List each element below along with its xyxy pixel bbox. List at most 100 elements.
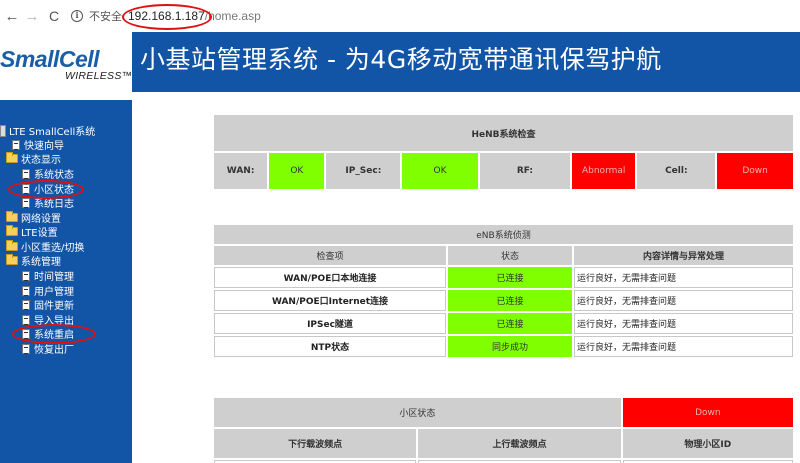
rf-status-badge: Abnormal	[571, 153, 636, 189]
sidebar-item-label: 用户管理	[34, 287, 74, 298]
sidebar-item-firmware-update[interactable]: 固件更新	[22, 298, 74, 312]
folder-icon	[6, 152, 18, 163]
henb-check-table: HeNB系统检查 WAN: OK IP_Sec: OK RF: Abnormal…	[212, 113, 795, 191]
table-row: WAN/POE口本地连接 已连接 运行良好，无需排查问题	[214, 267, 793, 288]
page-icon	[22, 197, 30, 208]
sidebar-item-import-export[interactable]: 导入导出	[22, 313, 74, 327]
enb-title: eNB系统侦测	[214, 225, 793, 244]
folder-icon	[6, 211, 18, 222]
enb-col-detail: 内容详情与异常处理	[574, 246, 793, 265]
not-secure-label: 不安全	[89, 11, 122, 23]
sidebar-item-system-restart[interactable]: 系统重启	[22, 327, 74, 341]
sidebar-item-label: 小区重选/切换	[21, 243, 85, 254]
title-banner: 小基站管理系统 - 为4G移动宽带通讯保驾护航	[132, 32, 800, 92]
sidebar-nav: LTE SmallCell系统 快速向导 状态显示 系统状态 小区状态 系统日志…	[0, 100, 132, 463]
sidebar-item-label: LTE设置	[21, 228, 58, 239]
sidebar-item-label: 系统状态	[34, 170, 74, 181]
cell-down-badge: Down	[622, 398, 793, 427]
folder-icon	[6, 225, 18, 236]
forward-arrow-icon[interactable]: →	[23, 8, 41, 25]
app-header: SmallCell WIRELESS™ 小基站管理系统 - 为4G移动宽带通讯保…	[0, 32, 800, 100]
logo-main-text: SmallCell	[0, 46, 100, 72]
enb-detection-table: eNB系统侦测 检查项 状态 内容详情与异常处理 WAN/POE口本地连接 已连…	[212, 223, 795, 359]
page-icon	[12, 139, 20, 150]
sidebar-item-user-management[interactable]: 用户管理	[22, 284, 74, 298]
sidebar-item-time-management[interactable]: 时间管理	[22, 269, 74, 283]
table-row: WAN/POE口Internet连接 已连接 运行良好，无需排查问题	[214, 290, 793, 311]
sidebar-item-system-status[interactable]: 系统状态	[22, 167, 74, 181]
banner-divider	[132, 92, 800, 100]
ipsec-label: IP_Sec:	[326, 153, 401, 189]
cell-status-badge: Down	[717, 153, 793, 189]
henb-title: HeNB系统检查	[214, 115, 793, 151]
page-title: 小基站管理系统 - 为4G移动宽带通讯保驾护航	[140, 45, 662, 74]
enb-item-cell: WAN/POE口Internet连接	[214, 290, 446, 311]
root-icon	[0, 124, 6, 137]
enb-col-status: 状态	[448, 246, 572, 265]
enb-status-cell: 同步成功	[448, 336, 572, 357]
sidebar-item-label: 系统重启	[34, 330, 74, 341]
sidebar-item-label: 恢复出厂	[34, 345, 74, 356]
enb-status-cell: 已连接	[448, 267, 572, 288]
enb-detail-cell: 运行良好，无需排查问题	[574, 336, 793, 357]
ipsec-status-badge: OK	[402, 153, 478, 189]
sidebar-item-network-settings[interactable]: 网络设置	[6, 211, 61, 225]
url-host-text: 192.168.1.187	[128, 9, 205, 23]
sidebar-item-label: 状态显示	[21, 155, 61, 166]
sidebar-item-cell-reselect[interactable]: 小区重选/切换	[6, 240, 85, 254]
url-host[interactable]: 192.168.1.187	[122, 4, 212, 30]
page-icon	[22, 168, 30, 179]
reload-icon[interactable]: C	[45, 8, 63, 24]
page-icon	[22, 328, 30, 339]
main-content: HeNB系统检查 WAN: OK IP_Sec: OK RF: Abnormal…	[132, 100, 800, 463]
cell-col-pci: 物理小区ID	[622, 429, 793, 458]
cell-col-ul-freq: 上行载波频点	[418, 429, 621, 458]
wan-status-badge: OK	[269, 153, 325, 189]
logo-sub-text: WIRELESS™	[65, 70, 133, 82]
sidebar-item-label: 小区状态	[34, 185, 74, 196]
enb-status-cell: 已连接	[448, 290, 572, 311]
sidebar-item-system-log[interactable]: 系统日志	[22, 196, 74, 210]
cell-status-table: 小区状态 Down 下行载波频点 上行载波频点 物理小区ID	[212, 396, 795, 463]
rf-label: RF:	[479, 153, 570, 189]
enb-col-item: 检查项	[214, 246, 446, 265]
folder-icon	[6, 240, 18, 251]
sidebar-item-label: 系统管理	[21, 257, 61, 268]
page-icon	[22, 299, 30, 310]
enb-detail-cell: 运行良好，无需排查问题	[574, 267, 793, 288]
sidebar-item-factory-reset[interactable]: 恢复出厂	[22, 342, 74, 356]
sidebar-item-quick-wizard[interactable]: 快速向导	[12, 138, 64, 152]
table-row: NTP状态 同步成功 运行良好，无需排查问题	[214, 336, 793, 357]
sidebar-item-label: 固件更新	[34, 301, 74, 312]
sidebar-item-cell-status[interactable]: 小区状态	[22, 182, 74, 196]
enb-status-cell: 已连接	[448, 313, 572, 334]
sidebar-root-label: LTE SmallCell系统	[9, 127, 96, 138]
page-icon	[22, 314, 30, 325]
browser-toolbar: ← → C i 不安全 192.168.1.187 /home.asp	[0, 0, 800, 32]
folder-icon	[6, 254, 18, 265]
sidebar-item-label: 系统日志	[34, 199, 74, 210]
sidebar-item-label: 时间管理	[34, 272, 74, 283]
enb-item-cell: IPSec隧道	[214, 313, 446, 334]
page-icon	[22, 285, 30, 296]
back-arrow-icon[interactable]: ←	[3, 8, 21, 25]
wan-label: WAN:	[214, 153, 268, 189]
page-icon	[22, 183, 30, 194]
table-row: IPSec隧道 已连接 运行良好，无需排查问题	[214, 313, 793, 334]
sidebar-item-label: 网络设置	[21, 214, 61, 225]
enb-detail-cell: 运行良好，无需排查问题	[574, 313, 793, 334]
sidebar-item-label: 导入导出	[34, 316, 74, 327]
info-icon[interactable]: i	[71, 10, 83, 22]
cell-col-dl-freq: 下行载波频点	[214, 429, 417, 458]
sidebar-item-lte-settings[interactable]: LTE设置	[6, 225, 58, 239]
url-path[interactable]: /home.asp	[205, 9, 261, 23]
cell-label: Cell:	[637, 153, 716, 189]
page-icon	[22, 270, 30, 281]
smallcell-logo: SmallCell WIRELESS™	[0, 32, 132, 100]
sidebar-root[interactable]: LTE SmallCell系统	[0, 124, 96, 138]
sidebar-item-label: 快速向导	[24, 141, 64, 152]
sidebar-item-status-display[interactable]: 状态显示	[6, 152, 61, 166]
enb-item-cell: WAN/POE口本地连接	[214, 267, 446, 288]
sidebar-item-system-management[interactable]: 系统管理	[6, 254, 61, 268]
cell-status-title: 小区状态	[214, 398, 621, 427]
